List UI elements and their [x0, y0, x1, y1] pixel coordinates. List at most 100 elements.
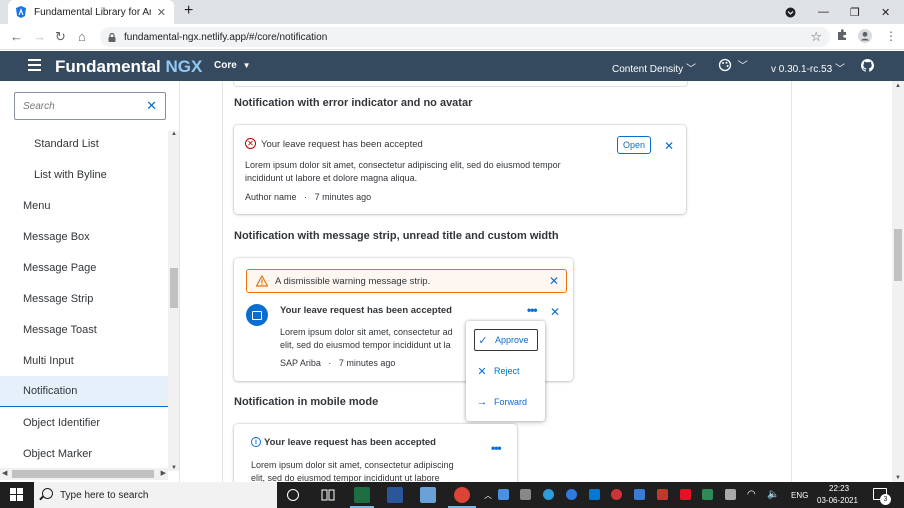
sidebar-item-label: List with Byline: [34, 168, 107, 181]
hamburger-menu-icon[interactable]: [28, 59, 41, 71]
chevron-down-icon: ﹀: [737, 61, 748, 72]
language-indicator[interactable]: ENG: [791, 491, 808, 500]
sidebar-item-menu[interactable]: Menu: [0, 190, 168, 221]
section-title-strip: Notification with message strip, unread …: [234, 230, 559, 242]
url-field[interactable]: fundamental-ngx.netlify.app/#/core/notif…: [100, 27, 830, 47]
close-window-icon[interactable]: ✕: [881, 0, 890, 24]
skype-icon[interactable]: [566, 489, 577, 500]
menu-item-label: Approve: [495, 335, 529, 345]
sidebar-item-list-with-byline[interactable]: List with Byline: [0, 159, 168, 190]
reload-icon[interactable]: ↻: [55, 29, 66, 45]
volume-icon[interactable]: 🔈: [767, 489, 779, 500]
sidebar-vertical-scrollbar[interactable]: ▲ ▼: [168, 131, 179, 471]
clear-search-icon[interactable]: ✕: [146, 98, 157, 114]
scroll-down-arrow-icon[interactable]: ▼: [171, 465, 177, 471]
product-brand[interactable]: Fundamental NGX: [55, 57, 202, 77]
menu-item-label: Forward: [494, 397, 528, 407]
theme-menu[interactable]: ﹀: [718, 58, 748, 75]
windows-start-icon[interactable]: [10, 488, 24, 502]
sidebar-item-message-toast[interactable]: Message Toast: [0, 314, 168, 345]
bookmark-star-icon[interactable]: ☆: [810, 29, 822, 45]
sidebar-item-multi-input[interactable]: Multi Input: [0, 345, 168, 376]
close-notification-icon[interactable]: ✕: [664, 139, 674, 153]
tray-app-icon[interactable]: [520, 489, 531, 500]
restore-icon[interactable]: ❐: [850, 0, 860, 24]
tray-app-icon[interactable]: [702, 489, 713, 500]
browser-tab[interactable]: Fundamental Library for Angular ✕: [8, 0, 174, 24]
content-density-menu[interactable]: Content Density ﹀: [612, 60, 696, 75]
more-actions-icon[interactable]: •••: [527, 303, 538, 317]
right-margin-panel: [792, 81, 892, 482]
tray-app-icon[interactable]: [611, 489, 622, 500]
github-icon[interactable]: [861, 59, 874, 75]
menu-item-approve[interactable]: ✓ Approve: [474, 329, 538, 351]
scroll-left-arrow-icon[interactable]: ◀: [2, 469, 7, 477]
snipping-tool-icon[interactable]: [387, 487, 403, 503]
sidebar-item-standard-list[interactable]: Standard List: [0, 128, 168, 159]
chrome-icon[interactable]: [454, 487, 470, 503]
notification-title-unread: Your leave request has been accepted: [280, 305, 452, 316]
forward-arrow-icon[interactable]: →: [33, 29, 46, 44]
dismiss-strip-icon[interactable]: ✕: [549, 274, 559, 288]
menu-item-reject[interactable]: ✕ Reject: [474, 360, 538, 382]
sidebar-item-label: Message Page: [23, 261, 97, 274]
page-vertical-scrollbar[interactable]: ▲ ▼: [892, 81, 904, 482]
notification-avatar-icon: [246, 304, 268, 326]
sidebar-item-label: Message Box: [23, 230, 90, 243]
sidebar-item-message-box[interactable]: Message Box: [0, 221, 168, 252]
error-icon: ✕: [245, 138, 256, 149]
sidebar-item-object-identifier[interactable]: Object Identifier: [0, 407, 168, 438]
scrollbar-thumb[interactable]: [170, 268, 178, 308]
back-arrow-icon[interactable]: ←: [10, 29, 23, 44]
menu-item-forward[interactable]: → Forward: [474, 391, 538, 413]
sidebar-item-message-page[interactable]: Message Page: [0, 252, 168, 283]
minimize-icon[interactable]: —: [818, 0, 829, 24]
excel-icon[interactable]: [354, 487, 370, 503]
sidebar-search-input[interactable]: Search ✕: [14, 92, 166, 120]
profile-menu-icon[interactable]: [785, 0, 796, 24]
new-tab-icon[interactable]: +: [184, 2, 193, 20]
sidebar-horizontal-scrollbar[interactable]: ◀ ▶: [0, 468, 168, 480]
cortana-icon[interactable]: [287, 489, 299, 501]
close-tab-icon[interactable]: ✕: [157, 6, 166, 19]
app-icon[interactable]: [420, 487, 436, 503]
task-view-icon[interactable]: [320, 487, 336, 503]
security-icon[interactable]: [680, 489, 691, 500]
sidebar-item-message-strip[interactable]: Message Strip: [0, 283, 168, 314]
taskbar-search-input[interactable]: Type here to search: [34, 482, 277, 508]
open-button[interactable]: Open: [617, 136, 651, 154]
clock-date[interactable]: 03-06-2021: [817, 496, 858, 505]
clock-time[interactable]: 22:23: [829, 484, 849, 493]
scrollbar-thumb[interactable]: [894, 229, 902, 281]
tray-app-icon[interactable]: [543, 489, 554, 500]
sidebar-item-notification[interactable]: Notification: [0, 376, 168, 407]
sidebar-item-object-marker[interactable]: Object Marker: [0, 438, 168, 469]
home-icon[interactable]: ⌂: [78, 29, 86, 44]
tray-app-icon[interactable]: [657, 489, 668, 500]
tray-app-icon[interactable]: [634, 489, 645, 500]
version-label: v 0.30.1-rc.53: [771, 64, 833, 75]
tray-app-icon[interactable]: [498, 489, 509, 500]
extensions-puzzle-icon[interactable]: [836, 29, 848, 44]
forward-arrow-icon: →: [476, 396, 488, 408]
battery-icon[interactable]: [725, 489, 736, 500]
scrollbar-thumb[interactable]: [12, 470, 154, 478]
scroll-up-arrow-icon[interactable]: ▲: [171, 131, 177, 137]
outlook-icon[interactable]: [589, 489, 600, 500]
wifi-icon[interactable]: ◠: [747, 489, 756, 500]
more-actions-icon[interactable]: •••: [491, 441, 502, 455]
version-menu[interactable]: v 0.30.1-rc.53 ﹀: [771, 60, 845, 75]
scroll-right-arrow-icon[interactable]: ▶: [161, 469, 166, 477]
scroll-up-arrow-icon[interactable]: ▲: [895, 83, 901, 89]
sidebar-item-label: Standard List: [34, 137, 99, 150]
profile-avatar-icon[interactable]: [858, 29, 872, 46]
sidebar-item-label: Object Marker: [23, 447, 93, 460]
search-placeholder: Search: [23, 101, 55, 112]
browser-menu-icon[interactable]: ⋮: [885, 29, 897, 43]
product-menu[interactable]: Core ▼: [214, 60, 251, 71]
footer-separator: ·: [304, 192, 308, 202]
close-notification-icon[interactable]: ✕: [550, 305, 560, 319]
scroll-down-arrow-icon[interactable]: ▼: [895, 475, 901, 481]
show-hidden-icons-icon[interactable]: ︿: [484, 490, 492, 501]
address-bar: ← → ↻ ⌂ fundamental-ngx.netlify.app/#/co…: [0, 24, 904, 50]
